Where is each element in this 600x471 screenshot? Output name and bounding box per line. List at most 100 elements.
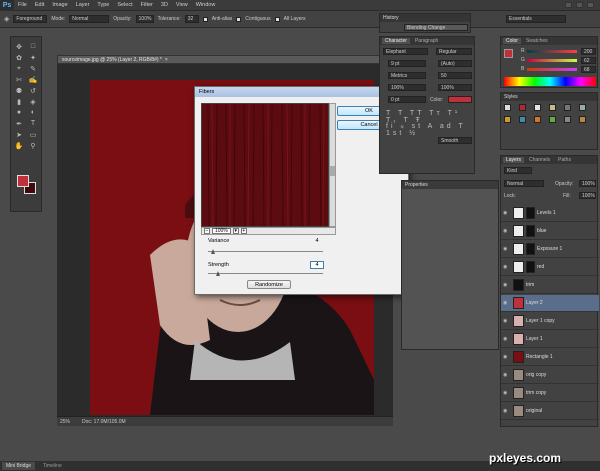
visibility-eye-icon[interactable]: ◉: [503, 246, 511, 252]
text-color-swatch[interactable]: [448, 96, 472, 103]
move-tool-icon[interactable]: ✥: [13, 41, 25, 52]
mode-select[interactable]: Normal: [69, 15, 110, 23]
style-preset[interactable]: [519, 104, 526, 111]
clone-stamp-icon[interactable]: ⚉: [13, 85, 25, 96]
zoom-dropdown-icon[interactable]: ▾: [232, 228, 239, 234]
tab-paths[interactable]: Paths: [555, 157, 574, 163]
visibility-eye-icon[interactable]: ◉: [503, 408, 511, 414]
font-size-field[interactable]: 9 pt: [388, 60, 426, 67]
type-tool-icon[interactable]: T: [27, 118, 39, 129]
menu-window[interactable]: Window: [192, 2, 220, 8]
visibility-eye-icon[interactable]: ◉: [503, 210, 511, 216]
style-preset[interactable]: [579, 104, 586, 111]
quick-select-icon[interactable]: ✦: [27, 52, 39, 63]
tab-layers[interactable]: Layers: [503, 157, 525, 163]
color-panel-fg-swatch[interactable]: [504, 49, 513, 58]
style-preset[interactable]: [564, 104, 571, 111]
style-preset[interactable]: [534, 116, 541, 123]
history-item[interactable]: Blending Change: [404, 24, 468, 31]
red-channel-slider[interactable]: [527, 50, 577, 53]
tab-mini-bridge[interactable]: Mini Bridge: [2, 462, 36, 470]
hand-tool-icon[interactable]: ✋: [13, 140, 25, 151]
fill-field[interactable]: 100%: [579, 192, 596, 199]
visibility-eye-icon[interactable]: ◉: [503, 300, 511, 306]
vertical-scale-field[interactable]: 100%: [388, 84, 426, 91]
layer-opacity-field[interactable]: 100%: [579, 180, 596, 187]
workspace-select[interactable]: Essentials: [506, 15, 566, 23]
maximize-button[interactable]: [576, 2, 583, 8]
brush-tool-icon[interactable]: ✍: [27, 74, 39, 85]
baseline-shift-field[interactable]: 0 pt: [388, 96, 426, 103]
strength-field[interactable]: 4: [310, 261, 324, 269]
menu-3d[interactable]: 3D: [157, 2, 172, 8]
paint-bucket-icon[interactable]: ◈: [4, 15, 9, 23]
contiguous-checkbox[interactable]: [236, 16, 242, 22]
visibility-eye-icon[interactable]: ◉: [503, 390, 511, 396]
layer-row-selected[interactable]: ◉ Layer 2: [501, 295, 599, 312]
tab-character[interactable]: Character: [382, 38, 410, 44]
shape-tool-icon[interactable]: ▭: [27, 129, 39, 140]
opentype-buttons[interactable]: fi ℴ st A ad T 1st ½: [386, 122, 474, 137]
crop-tool-icon[interactable]: ⌖: [13, 63, 25, 74]
font-style-select[interactable]: Regular: [436, 48, 472, 55]
zoom-level[interactable]: 25%: [60, 419, 70, 425]
leading-field[interactable]: (Auto): [438, 60, 472, 67]
layer-row[interactable]: ◉ original: [501, 403, 599, 420]
eraser-icon[interactable]: ▮: [13, 96, 25, 107]
tab-channels[interactable]: Channels: [526, 157, 553, 163]
style-preset[interactable]: [549, 104, 556, 111]
layer-row[interactable]: ◉ Layer 1 copy: [501, 313, 599, 330]
close-tab-icon[interactable]: ×: [165, 57, 168, 63]
menu-type[interactable]: Type: [93, 2, 113, 8]
opacity-field[interactable]: 100%: [135, 15, 154, 23]
path-select-icon[interactable]: ➤: [13, 129, 25, 140]
filter-preview[interactable]: [201, 103, 329, 227]
tab-paragraph[interactable]: Paragraph: [412, 38, 441, 44]
visibility-eye-icon[interactable]: ◉: [503, 318, 511, 324]
layer-row[interactable]: ◉ Rectangle 1: [501, 349, 599, 366]
dodge-tool-icon[interactable]: ◐: [27, 107, 39, 118]
menu-edit[interactable]: Edit: [31, 2, 48, 8]
scrollbar-thumb[interactable]: [330, 166, 335, 176]
zoom-in-button[interactable]: +: [240, 228, 247, 234]
kerning-field[interactable]: Metrics: [388, 72, 426, 79]
layer-row[interactable]: ◉ Layer 1: [501, 331, 599, 348]
minimize-button[interactable]: [565, 2, 572, 8]
document-tab[interactable]: sourceimage.jpg @ 25% (Layer 2, RGB/8#) …: [57, 55, 393, 64]
all-layers-checkbox[interactable]: [274, 16, 280, 22]
style-preset[interactable]: [519, 116, 526, 123]
visibility-eye-icon[interactable]: ◉: [503, 264, 511, 270]
variance-slider[interactable]: [208, 251, 323, 252]
tab-swatches[interactable]: Swatches: [523, 38, 551, 44]
horizontal-scale-field[interactable]: 100%: [438, 84, 472, 91]
layer-row[interactable]: ◉ Levels 1: [501, 205, 599, 222]
healing-brush-icon[interactable]: ✄: [13, 74, 25, 85]
visibility-eye-icon[interactable]: ◉: [503, 372, 511, 378]
variance-field[interactable]: 4: [310, 237, 324, 245]
strength-slider[interactable]: [208, 273, 323, 274]
menu-view[interactable]: View: [172, 2, 192, 8]
menu-filter[interactable]: Filter: [137, 2, 157, 8]
style-preset[interactable]: [534, 104, 541, 111]
layer-row[interactable]: ◉ trim copy: [501, 385, 599, 402]
antialiasing-select[interactable]: Smooth: [438, 137, 472, 144]
tracking-field[interactable]: 50: [438, 72, 472, 79]
pen-tool-icon[interactable]: ✒: [13, 118, 25, 129]
zoom-tool-icon[interactable]: ⚲: [27, 140, 39, 151]
tolerance-field[interactable]: 32: [184, 15, 199, 23]
tab-color[interactable]: Color: [503, 38, 521, 44]
menu-file[interactable]: File: [14, 2, 31, 8]
paint-bucket-tool-icon[interactable]: ◈: [27, 96, 39, 107]
layer-row[interactable]: ◉ trim: [501, 277, 599, 294]
style-preset[interactable]: [579, 116, 586, 123]
red-channel-value[interactable]: 200: [581, 48, 596, 55]
green-channel-value[interactable]: 62: [581, 57, 596, 64]
blend-mode-select[interactable]: Normal: [504, 180, 544, 187]
menu-layer[interactable]: Layer: [72, 2, 94, 8]
green-channel-slider[interactable]: [527, 59, 577, 62]
style-preset[interactable]: [549, 116, 556, 123]
antialias-checkbox[interactable]: [202, 16, 208, 22]
style-preset[interactable]: [504, 116, 511, 123]
visibility-eye-icon[interactable]: ◉: [503, 354, 511, 360]
eyedropper-icon[interactable]: ✎: [27, 63, 39, 74]
